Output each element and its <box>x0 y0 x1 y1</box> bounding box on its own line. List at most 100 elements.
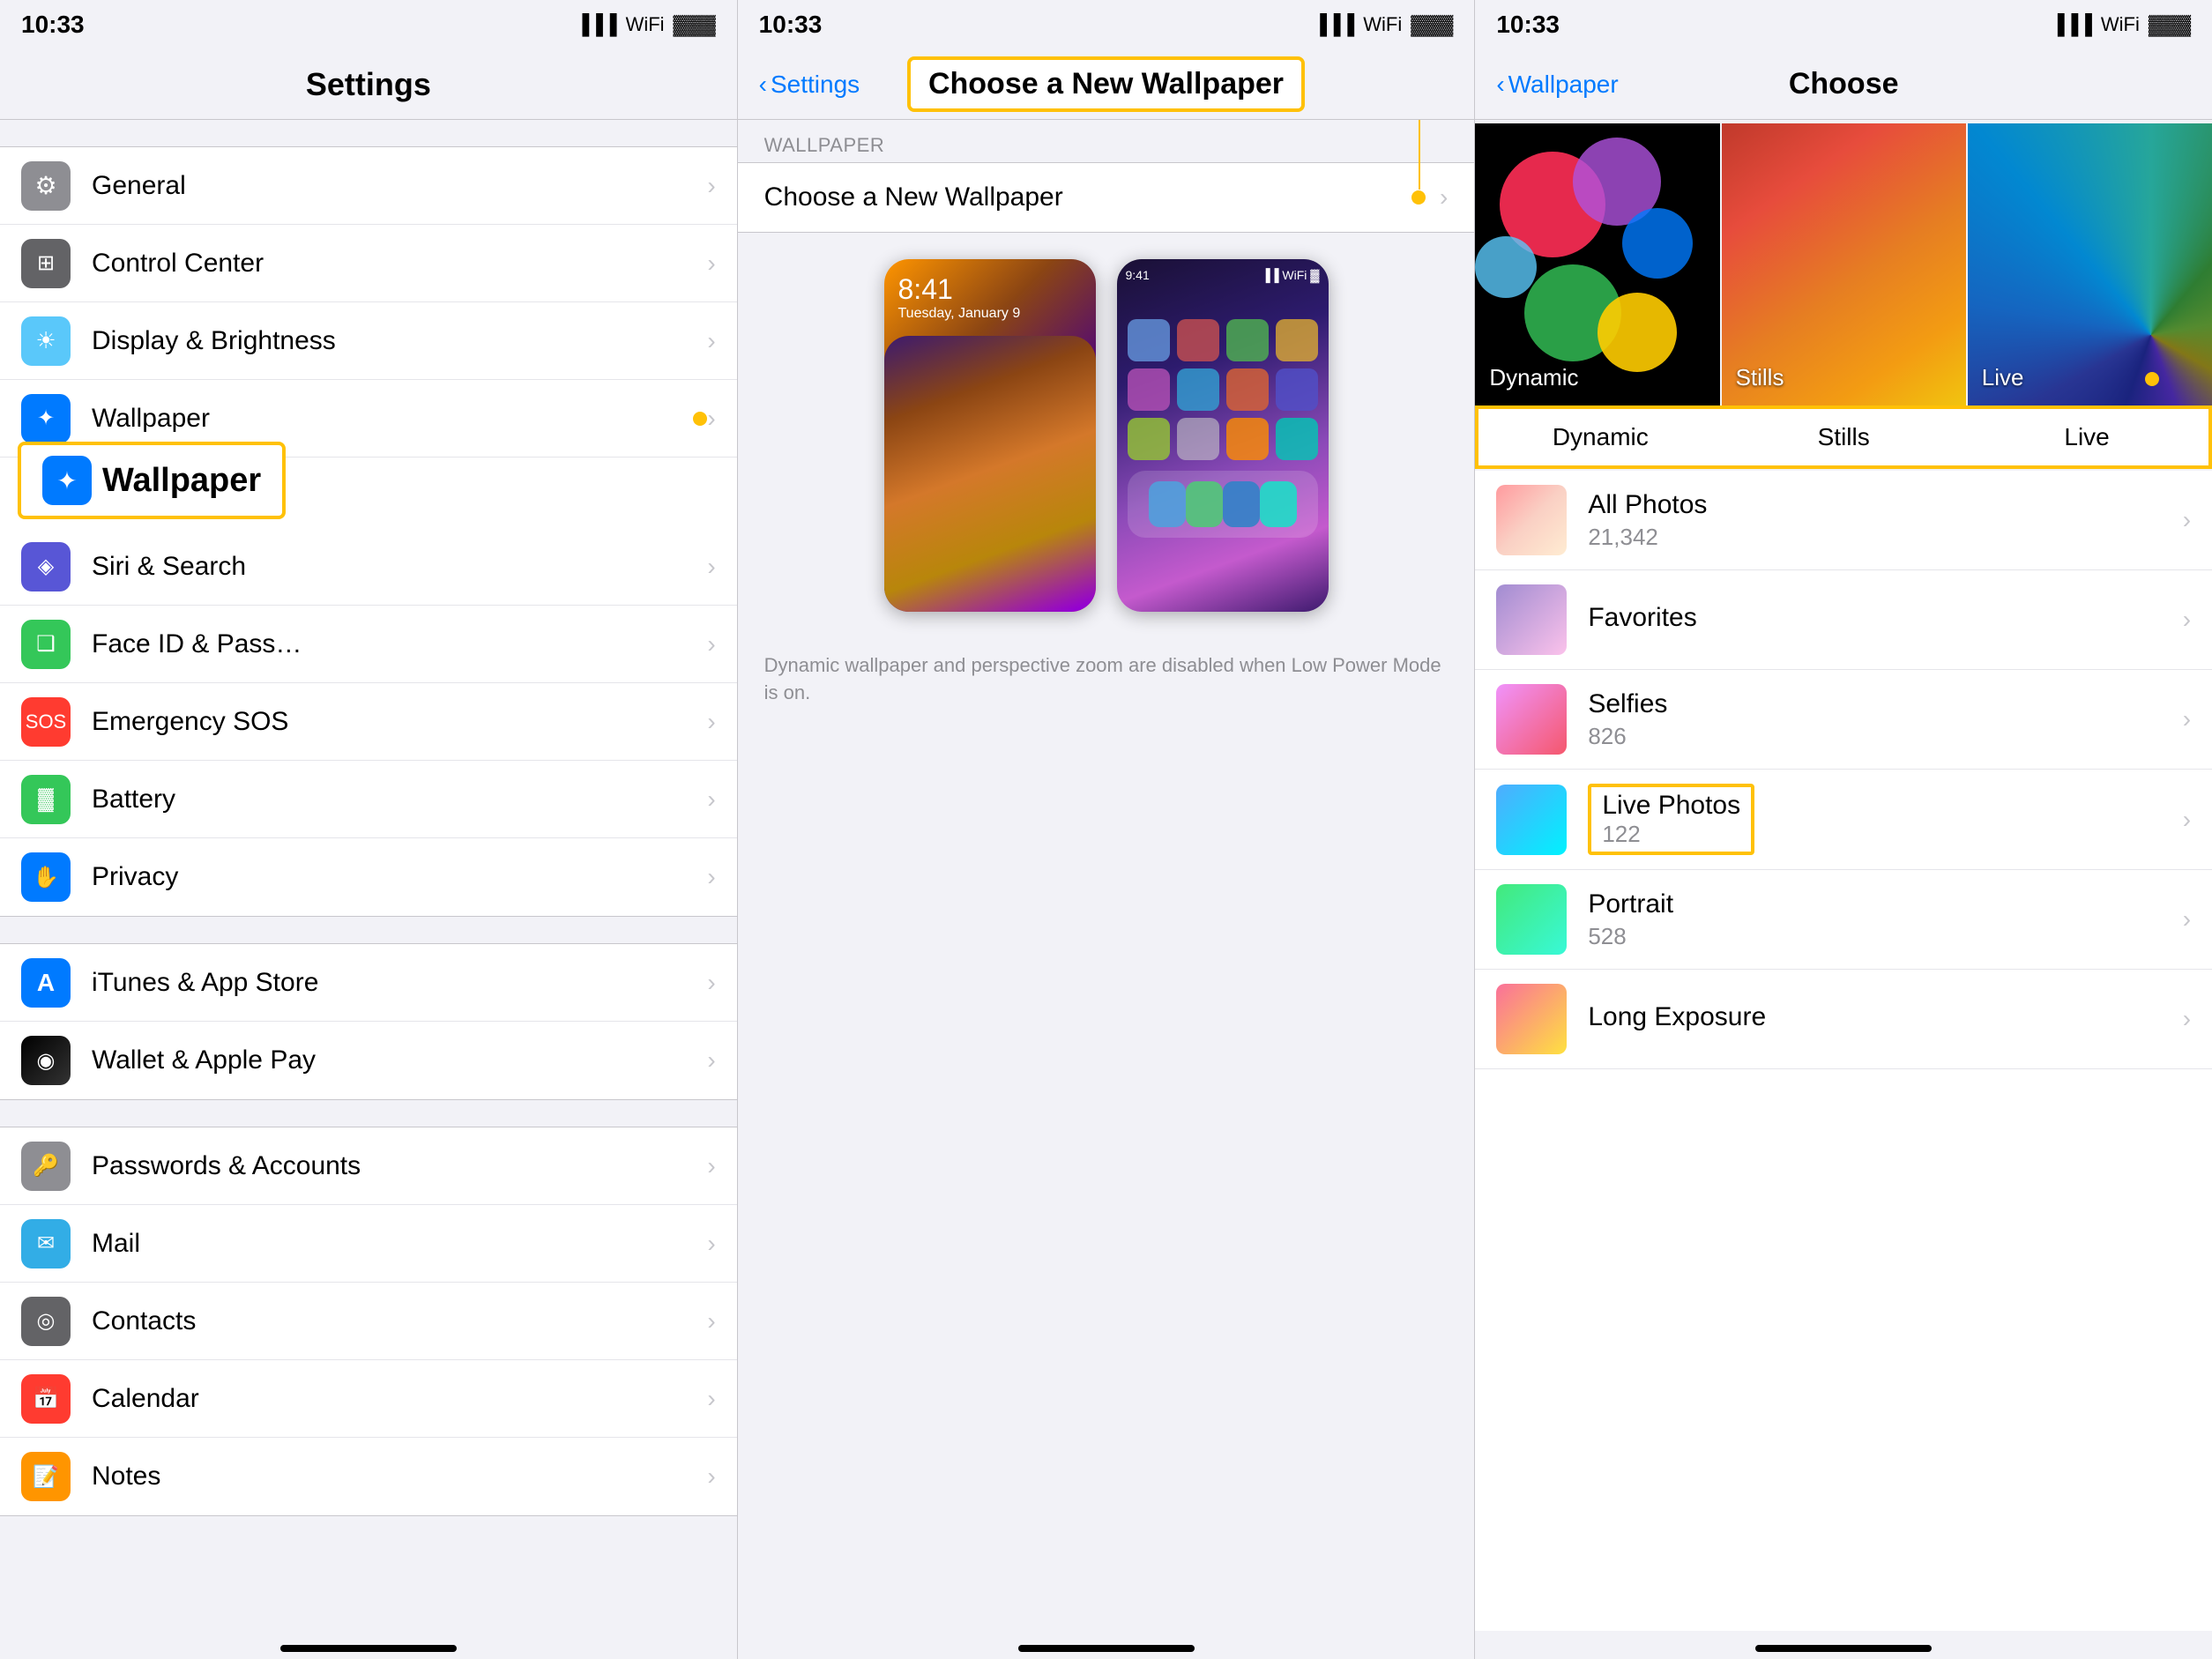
face-id-icon: ❑ <box>21 620 71 669</box>
passwords-label: Passwords & Accounts <box>92 1151 707 1181</box>
settings-item-passwords[interactable]: 🔑 Passwords & Accounts › <box>0 1127 737 1205</box>
settings-group-2: A iTunes & App Store › ◉ Wallet & Apple … <box>0 943 737 1100</box>
p3-thumb-stills[interactable]: Stills <box>1722 123 1966 405</box>
notes-icon: 📝 <box>21 1452 71 1501</box>
p3-album-row-all-photos[interactable]: All Photos 21,342 › <box>1475 471 2212 570</box>
itunes-icon: A <box>21 958 71 1008</box>
settings-item-notes[interactable]: 📝 Notes › <box>0 1438 737 1515</box>
p2-battery-icon: ▓▓▓ <box>1411 13 1453 36</box>
mail-label: Mail <box>92 1229 707 1259</box>
p3-annotation-dynamic: Dynamic <box>1478 423 1722 451</box>
privacy-chevron: › <box>707 863 715 891</box>
live-bg <box>1968 123 2212 405</box>
p3-dynamic-label: Dynamic <box>1489 364 1578 391</box>
settings-item-siri[interactable]: ◈ Siri & Search › <box>0 528 737 606</box>
settings-item-privacy[interactable]: ✋ Privacy › <box>0 838 737 916</box>
settings-item-battery[interactable]: ▓ Battery › <box>0 761 737 838</box>
p2-lockscreen-preview[interactable]: 8:41 Tuesday, January 9 <box>884 259 1096 612</box>
display-brightness-label: Display & Brightness <box>92 326 707 356</box>
p2-app-6 <box>1177 368 1219 411</box>
p2-dock-1 <box>1149 481 1186 527</box>
p3-album-chevron-fav: › <box>2183 606 2191 634</box>
settings-item-itunes[interactable]: A iTunes & App Store › <box>0 944 737 1022</box>
p3-album-row-long-exposure[interactable]: Long Exposure › <box>1475 970 2212 1069</box>
p2-dock-3 <box>1223 481 1260 527</box>
p3-category-annotation-area: Dynamic Stills Live <box>1475 405 2212 469</box>
wallet-label: Wallet & Apple Pay <box>92 1045 707 1075</box>
settings-list: ⚙ General › ⊞ Control Center › ☀ Display… <box>0 120 737 1631</box>
p2-dock-2 <box>1186 481 1223 527</box>
p2-back-button[interactable]: ‹ Settings <box>759 71 860 99</box>
p3-signal-icon: ▐▐▐ <box>2051 13 2092 36</box>
p2-dock <box>1128 471 1318 538</box>
calendar-label: Calendar <box>92 1384 707 1414</box>
p2-homescreen-preview[interactable]: 9:41 ▐▐ WiFi ▓ <box>1117 259 1329 612</box>
p3-album-row-portrait[interactable]: Portrait 528 › <box>1475 870 2212 970</box>
p3-album-name-favorites: Favorites <box>1588 603 2182 633</box>
p2-lock-date: Tuesday, January 9 <box>898 306 1082 322</box>
general-label: General <box>92 171 707 201</box>
face-id-label: Face ID & Pass… <box>92 629 707 659</box>
p3-stills-label: Stills <box>1736 364 1784 391</box>
settings-nav-bar: Settings <box>0 49 737 120</box>
p3-album-chevron-live: › <box>2183 806 2191 834</box>
p3-album-thumb-portrait <box>1496 884 1567 955</box>
p3-battery-icon: ▓▓▓ <box>2149 13 2191 36</box>
p3-status-icons: ▐▐▐ WiFi ▓▓▓ <box>2051 13 2191 36</box>
p3-annotation-stills: Stills <box>1722 423 1965 451</box>
home-bar <box>280 1645 457 1652</box>
p2-wallpaper-note: Dynamic wallpaper and perspective zoom a… <box>738 638 1475 721</box>
p2-choose-chevron: › <box>1440 183 1448 212</box>
p3-home-bar <box>1755 1645 1932 1652</box>
passwords-icon: 🔑 <box>21 1142 71 1191</box>
signal-icon: ▐▐▐ <box>576 13 617 36</box>
p2-app-12 <box>1276 418 1318 460</box>
p2-app-2 <box>1177 319 1219 361</box>
settings-item-face-id[interactable]: ❑ Face ID & Pass… › <box>0 606 737 683</box>
p3-annotation-live: Live <box>1965 423 2208 451</box>
stills-bg <box>1722 123 1966 405</box>
calendar-chevron: › <box>707 1385 715 1413</box>
p3-album-thumb-all-photos <box>1496 485 1567 555</box>
p2-home-bar <box>1018 1645 1195 1652</box>
wallet-icon: ◉ <box>21 1036 71 1085</box>
p3-album-thumb-favorites <box>1496 584 1567 655</box>
p3-album-name-live-photos: Live Photos <box>1602 791 1740 820</box>
p3-album-row-selfies[interactable]: Selfies 826 › <box>1475 670 2212 770</box>
p2-app-7 <box>1226 368 1269 411</box>
emergency-sos-label: Emergency SOS <box>92 707 707 737</box>
p3-album-row-live-photos[interactable]: Live Photos 122 › <box>1475 770 2212 870</box>
settings-item-contacts[interactable]: ◎ Contacts › <box>0 1283 737 1360</box>
notes-chevron: › <box>707 1462 715 1491</box>
p3-album-info-long-exposure: Long Exposure <box>1588 1002 2182 1036</box>
settings-item-control-center[interactable]: ⊞ Control Center › <box>0 225 737 302</box>
general-icon: ⚙ <box>21 161 71 211</box>
p3-status-bar: 10:33 ▐▐▐ WiFi ▓▓▓ <box>1475 0 2212 49</box>
p3-album-row-favorites[interactable]: Favorites › <box>1475 570 2212 670</box>
battery-label: Battery <box>92 785 707 815</box>
settings-item-general[interactable]: ⚙ General › <box>0 147 737 225</box>
p3-status-time: 10:33 <box>1496 11 1560 39</box>
settings-group-1: ⚙ General › ⊞ Control Center › ☀ Display… <box>0 146 737 917</box>
p2-status-icons: ▐▐▐ WiFi ▓▓▓ <box>1313 13 1453 36</box>
settings-item-wallpaper[interactable]: ✦ Wallpaper › ✦ Wallpaper <box>0 380 737 458</box>
settings-group-3: 🔑 Passwords & Accounts › ✉ Mail › ◎ Cont… <box>0 1127 737 1516</box>
settings-item-calendar[interactable]: 📅 Calendar › <box>0 1360 737 1438</box>
settings-item-mail[interactable]: ✉ Mail › <box>0 1205 737 1283</box>
settings-item-wallet[interactable]: ◉ Wallet & Apple Pay › <box>0 1022 737 1099</box>
face-id-chevron: › <box>707 630 715 658</box>
p3-live-label: Live <box>1982 364 2024 391</box>
p3-album-name-long-exposure: Long Exposure <box>1588 1002 2182 1032</box>
privacy-icon: ✋ <box>21 852 71 902</box>
battery-chevron: › <box>707 785 715 814</box>
p3-back-button[interactable]: ‹ Wallpaper <box>1496 71 1618 99</box>
p2-choose-row[interactable]: Choose a New Wallpaper › <box>738 162 1475 233</box>
p3-nav-title: Choose <box>1789 67 1899 101</box>
settings-item-emergency-sos[interactable]: SOS Emergency SOS › <box>0 683 737 761</box>
p3-thumb-live[interactable]: Live <box>1968 123 2212 405</box>
p2-home-icons: ▐▐ WiFi ▓ <box>1262 268 1320 282</box>
p3-album-thumb-live-photos <box>1496 785 1567 855</box>
p3-album-count-portrait: 528 <box>1588 923 2182 950</box>
settings-item-display-brightness[interactable]: ☀ Display & Brightness › <box>0 302 737 380</box>
p3-thumb-dynamic[interactable]: Dynamic <box>1475 123 1719 405</box>
